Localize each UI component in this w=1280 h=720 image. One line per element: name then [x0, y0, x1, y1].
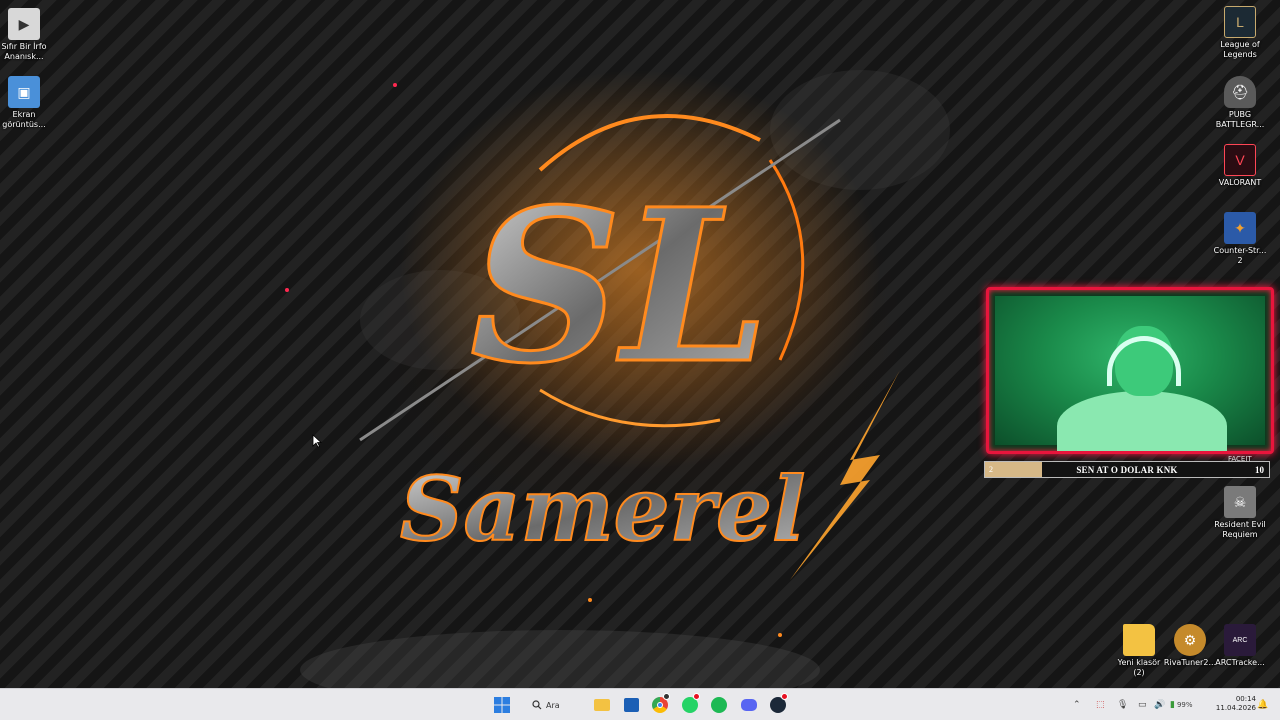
taskbar-steam[interactable]: [766, 693, 790, 717]
arctracker-icon: ARC: [1224, 624, 1256, 656]
league-of-legends-icon: L: [1224, 6, 1256, 38]
desktop-icon-label: Sıfır Bir İrfo Ananısk...: [1, 42, 47, 61]
tray-overflow[interactable]: ⌃: [1073, 689, 1081, 720]
microphone-icon: 🎙: [1117, 700, 1129, 710]
taskbar-chrome[interactable]: [648, 693, 672, 717]
start-button[interactable]: [490, 693, 514, 717]
windows-start-icon: [494, 697, 510, 713]
taskbar: Ara ⌃ ⬚ 🎙 ▭ 🔊 ▮ 99% 00:14 11.04.2026 🔔: [0, 688, 1280, 720]
taskbar-spotify[interactable]: [707, 693, 731, 717]
desktop-icon-label: Ekran görüntüs...: [2, 110, 46, 129]
desktop-icon-label: Counter-Str... 2: [1213, 246, 1267, 265]
store-icon: [623, 698, 639, 712]
taskbar-whatsapp[interactable]: [678, 693, 702, 717]
image-file-icon: ▣: [8, 76, 40, 108]
battery-percent: 99%: [1176, 701, 1193, 709]
search-icon: [532, 700, 542, 710]
bell-icon: 🔔: [1257, 700, 1269, 710]
desktop-icon-label: ARCTracke...: [1215, 658, 1265, 667]
goal-title: SEN AT O DOLAR KNK: [1076, 465, 1178, 475]
clock-date: 11.04.2026: [1215, 704, 1256, 712]
desktop-icon-label: VALORANT: [1218, 178, 1262, 187]
taskbar-file-explorer[interactable]: [590, 693, 614, 717]
video-file-icon: ▶: [8, 8, 40, 40]
taskbar-store[interactable]: [619, 693, 643, 717]
desktop-icon-league-of-legends[interactable]: L League of Legends: [1210, 6, 1270, 60]
notification-center[interactable]: 🔔: [1257, 689, 1268, 720]
tray-app-icon[interactable]: ⬚: [1096, 689, 1105, 720]
notification-badge: [781, 693, 788, 700]
battery-icon: ▮: [1170, 700, 1175, 710]
mouse-cursor-icon: [312, 434, 322, 448]
file-explorer-icon: [594, 699, 610, 711]
desktop-icon-label: PUBG BATTLEGR...: [1215, 110, 1265, 129]
desktop-icon-counter-strike[interactable]: ✦ Counter-Str... 2: [1210, 212, 1270, 266]
valorant-icon: V: [1224, 144, 1256, 176]
desktop-icon-label: League of Legends: [1220, 40, 1260, 59]
chevron-up-icon: ⌃: [1073, 700, 1081, 710]
desktop-icon-resident-evil[interactable]: ☠ Resident Evil Requiem: [1210, 486, 1270, 540]
desktop-icon-arctracker[interactable]: ARC ARCTracke...: [1210, 624, 1270, 668]
wallpaper-logo: SL: [470, 163, 769, 410]
taskbar-search[interactable]: Ara: [532, 695, 584, 715]
search-label: Ara: [546, 700, 560, 710]
pubg-icon: ⛑: [1224, 76, 1256, 108]
clock-time: 00:14: [1235, 695, 1256, 703]
goal-target-value: 10: [1255, 465, 1264, 475]
taskbar-clock[interactable]: 00:14 11.04.2026: [1212, 695, 1256, 713]
taskbar-discord[interactable]: [737, 693, 761, 717]
rivatuner-icon: ⚙: [1174, 624, 1206, 656]
notification-badge: [663, 693, 670, 700]
tray-display[interactable]: ▭: [1138, 689, 1147, 720]
display-icon: ▭: [1138, 700, 1147, 710]
tray-battery[interactable]: ▮ 99%: [1170, 689, 1193, 720]
streamer-body: [1057, 391, 1227, 451]
tray-volume[interactable]: 🔊: [1154, 689, 1165, 720]
tray-app-icon: ⬚: [1096, 700, 1105, 710]
webcam-feed: [995, 296, 1265, 451]
notification-badge: [693, 693, 700, 700]
discord-icon: [741, 699, 757, 711]
folder-icon: [1123, 624, 1155, 656]
spotify-icon: [711, 697, 727, 713]
desktop-icon-pubg[interactable]: ⛑ PUBG BATTLEGR...: [1210, 76, 1270, 130]
tray-microphone[interactable]: 🎙: [1117, 689, 1128, 720]
desktop-icon-screenshot[interactable]: ▣ Ekran görüntüs...: [0, 76, 54, 130]
donation-goal-bar: 2 SEN AT O DOLAR KNK 10: [984, 461, 1270, 478]
speaker-icon: 🔊: [1154, 700, 1166, 710]
webcam-overlay: [986, 287, 1274, 454]
desktop-icon-label: Resident Evil Requiem: [1214, 520, 1266, 539]
counter-strike-icon: ✦: [1224, 212, 1256, 244]
desktop-icon-video[interactable]: ▶ Sıfır Bir İrfo Ananısk...: [0, 8, 54, 62]
resident-evil-icon: ☠: [1224, 486, 1256, 518]
wallpaper-name: Samerel: [400, 457, 805, 561]
desktop-icon-valorant[interactable]: V VALORANT: [1210, 144, 1270, 188]
